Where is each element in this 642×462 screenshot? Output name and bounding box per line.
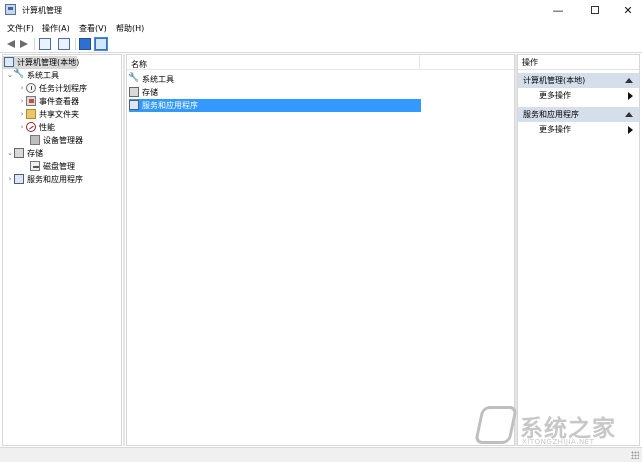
column-header-name[interactable]: 名称 [131,59,147,70]
console-tree: 计算机管理(本地) ⌄系统工具 ›任务计划程序 ›事件查看器 ›共享文件夹 ›性… [2,54,122,446]
toolbar-divider [75,38,76,50]
window-title: 计算机管理 [22,6,62,15]
tree-item-disk-management[interactable]: 磁盘管理 [30,160,75,173]
chevron-right-icon[interactable]: › [18,121,26,134]
menu-help[interactable]: 帮助(H) [116,23,144,34]
storage-icon [129,87,139,97]
action-label: 更多操作 [539,125,571,134]
list-item-label: 存储 [142,88,158,97]
content-list-pane: 名称 系统工具 存储 服务和应用程序 [126,54,515,446]
watermark: 系统之家 XITONGZHIJIA.NET [473,406,638,452]
actions-section-services-and-applications[interactable]: 服务和应用程序 [518,107,639,122]
list-item-label: 服务和应用程序 [142,101,198,110]
tree-item-storage[interactable]: ⌄ 存储 [6,147,43,160]
collapse-up-icon[interactable] [625,78,633,83]
minimize-button[interactable]: — [541,0,575,20]
tree-item-label: 磁盘管理 [43,162,75,171]
tree-root-label: 计算机管理(本地) [17,58,80,67]
tree-item-shared-folders[interactable]: › 共享文件夹 [18,108,79,121]
show-hide-console-tree-icon[interactable] [39,38,51,50]
help-icon[interactable] [79,38,91,50]
tools-icon [13,68,24,81]
chevron-right-icon[interactable]: › [6,173,14,186]
menu-bar: 文件(F) 操作(A) 查看(V) 帮助(H) [0,20,642,36]
list-item-services-and-applications[interactable]: 服务和应用程序 [129,99,421,112]
clock-icon [26,83,36,93]
toolbar-divider [34,38,35,50]
chevron-right-icon[interactable]: › [18,82,26,95]
action-label: 更多操作 [539,91,571,100]
tree-item-label: 系统工具 [27,71,59,80]
export-list-icon[interactable] [58,38,70,50]
tree-item-device-manager[interactable]: 设备管理器 [30,134,83,147]
list-header: 名称 [127,55,514,70]
submenu-arrow-icon [628,126,633,134]
collapse-up-icon[interactable] [625,112,633,117]
list-item-label: 系统工具 [142,75,174,84]
folder-icon [26,109,36,119]
tree-item-label: 共享文件夹 [39,110,79,119]
column-resize-handle[interactable] [419,55,420,70]
tree-item-label: 设备管理器 [43,136,83,145]
tree-item-event-viewer[interactable]: › 事件查看器 [18,95,79,108]
list-item-storage[interactable]: 存储 [129,86,421,99]
submenu-arrow-icon [628,92,633,100]
performance-icon [26,122,36,132]
tree-item-label: 服务和应用程序 [27,175,83,184]
toolbar [0,36,642,53]
menu-file[interactable]: 文件(F) [7,23,34,34]
actions-pane: 操作 计算机管理(本地) 更多操作 服务和应用程序 更多操作 [517,54,640,446]
list-item-system-tools[interactable]: 系统工具 [128,72,421,86]
resize-grip-icon[interactable] [631,451,639,459]
viewer-icon [26,96,36,106]
maximize-icon [591,6,599,14]
watermark-logo-icon [473,406,519,444]
tree-item-label: 任务计划程序 [39,84,87,93]
chevron-right-icon[interactable]: › [18,108,26,121]
services-icon [14,174,24,184]
close-button[interactable]: ✕ [614,0,642,20]
menu-action[interactable]: 操作(A) [42,23,70,34]
disk-icon [30,161,40,171]
window-titlebar[interactable]: 计算机管理 — ✕ [0,0,642,20]
action-more-actions-1[interactable]: 更多操作 [518,89,639,102]
tree-item-label: 性能 [39,123,55,132]
storage-icon [14,148,24,158]
tools-icon [128,72,139,85]
tree-item-label: 存储 [27,149,43,158]
actions-section-label: 计算机管理(本地) [523,76,586,85]
computer-management-icon [5,4,16,15]
minimize-icon: — [552,3,564,17]
actions-section-label: 服务和应用程序 [523,110,579,119]
watermark-subtext: XITONGZHIJIA.NET [522,438,595,446]
forward-icon[interactable] [18,38,30,50]
tree-item-performance[interactable]: › 性能 [18,121,55,134]
chevron-down-icon[interactable]: ⌄ [6,147,14,160]
menu-view[interactable]: 查看(V) [79,23,107,34]
device-icon [30,135,40,145]
left-pane-splitter[interactable] [123,54,125,446]
tree-item-task-scheduler[interactable]: › 任务计划程序 [18,82,87,95]
action-more-actions-2[interactable]: 更多操作 [518,123,639,136]
chevron-right-icon[interactable]: › [18,95,26,108]
services-icon [129,100,139,110]
tree-item-services-and-applications[interactable]: › 服务和应用程序 [6,173,83,186]
computer-icon [4,57,14,67]
back-icon[interactable] [5,38,17,50]
actions-title: 操作 [518,55,639,70]
actions-section-computer-management[interactable]: 计算机管理(本地) [518,73,639,88]
show-hide-action-pane-icon[interactable] [94,37,108,51]
maximize-button[interactable] [578,0,612,20]
tree-item-system-tools[interactable]: ⌄系统工具 [6,68,59,82]
close-icon: ✕ [623,3,633,17]
tree-item-label: 事件查看器 [39,97,79,106]
